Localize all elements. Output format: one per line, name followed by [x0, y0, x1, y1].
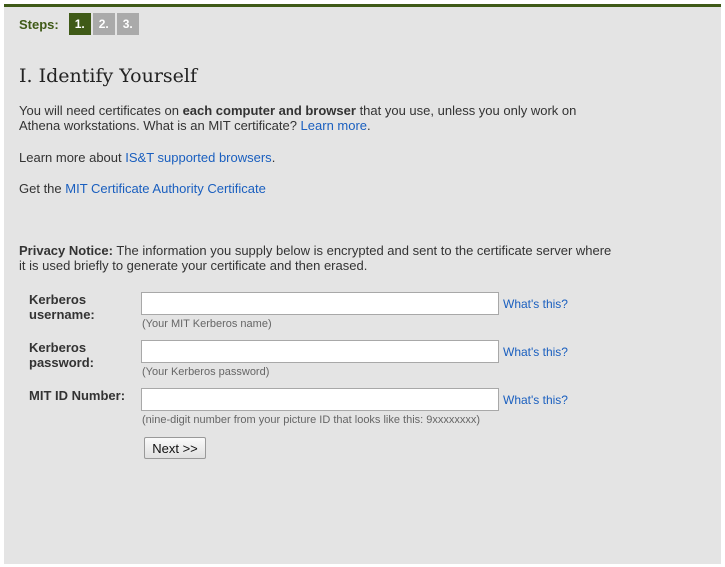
ca-cert-paragraph: Get the MIT Certificate Authority Certif… — [19, 181, 619, 196]
intro-period: . — [367, 118, 371, 133]
next-button[interactable]: Next >> — [144, 437, 206, 459]
username-whats-this-link[interactable]: What's this? — [503, 297, 568, 311]
password-hint: (Your Kerberos password) — [142, 366, 270, 378]
username-label-line1: Kerberos — [29, 292, 87, 307]
learn-more-link[interactable]: Learn more — [301, 118, 367, 133]
mitid-whats-this-link[interactable]: What's this? — [503, 393, 568, 407]
privacy-notice: Privacy Notice: The information you supp… — [19, 243, 619, 273]
browsers-period: . — [271, 150, 276, 165]
step-1: 1. — [68, 13, 91, 35]
step-3: 3. — [116, 13, 139, 35]
intro-paragraph: You will need certificates on each compu… — [19, 103, 619, 133]
username-hint: (Your MIT Kerberos name) — [142, 318, 272, 330]
privacy-notice-label: Privacy Notice: — [19, 243, 113, 258]
kerberos-username-input[interactable] — [141, 292, 499, 315]
mitid-label: MIT ID Number: — [29, 388, 126, 403]
intro-bold-text: each computer and browser — [182, 103, 356, 118]
steps-indicator: Steps: 1. 2. 3. — [19, 13, 141, 35]
mit-id-input[interactable] — [141, 388, 499, 411]
username-label: Kerberos username: — [29, 292, 129, 322]
step-2: 2. — [92, 13, 115, 35]
page-container: Steps: 1. 2. 3. I. Identify Yourself You… — [4, 4, 721, 564]
browsers-paragraph: Learn more about IS&T supported browsers… — [19, 150, 619, 165]
ca-cert-text: Get the — [19, 181, 66, 196]
password-label-line2: password: — [29, 355, 95, 370]
password-whats-this-link[interactable]: What's this? — [503, 345, 568, 359]
username-label-line2: username: — [29, 307, 95, 322]
page-title: I. Identify Yourself — [19, 65, 198, 87]
mitid-hint: (nine-digit number from your picture ID … — [142, 414, 481, 426]
supported-browsers-link[interactable]: IS&T supported browsers — [125, 150, 271, 165]
password-label: Kerberos password: — [29, 340, 129, 370]
intro-text: You will need certificates on — [19, 103, 183, 118]
steps-label: Steps: — [19, 16, 59, 32]
ca-certificate-link[interactable]: MIT Certificate Authority Certificate — [65, 181, 266, 196]
browsers-text: Learn more about — [19, 150, 126, 165]
password-label-line1: Kerberos — [29, 340, 87, 355]
kerberos-password-input[interactable] — [141, 340, 499, 363]
